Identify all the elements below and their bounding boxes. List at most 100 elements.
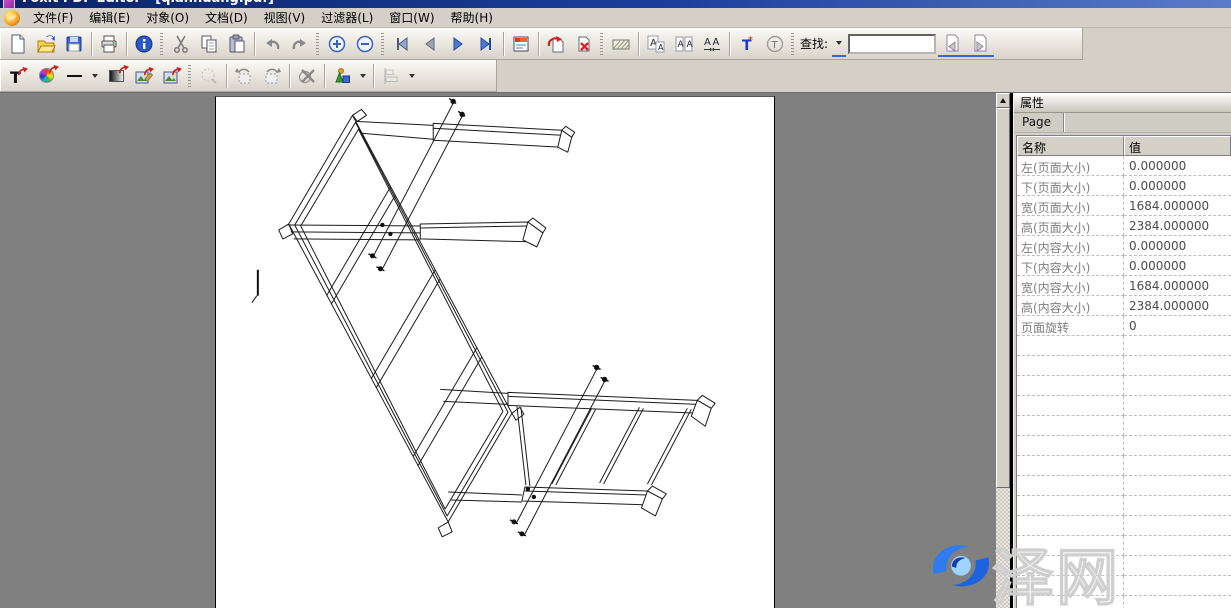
table-row[interactable]: 宽(页面大小)1684.000000: [1017, 196, 1231, 216]
isometric-frame-drawing: [216, 97, 774, 608]
open-button[interactable]: [32, 31, 60, 57]
line-style-dropdown[interactable]: [88, 63, 102, 89]
table-row[interactable]: 宽(内容大小)1684.000000: [1017, 276, 1231, 296]
find-next-page-button[interactable]: [966, 31, 994, 57]
align-dropdown[interactable]: [405, 63, 419, 89]
app-icon: [4, 10, 20, 26]
table-row-empty: [1017, 436, 1231, 456]
menu-window[interactable]: 窗口(W): [381, 7, 442, 28]
print-button[interactable]: [95, 31, 123, 57]
find-options-dropdown[interactable]: [832, 31, 846, 57]
table-row[interactable]: 左(内容大小)0.000000: [1017, 236, 1231, 256]
table-row-empty: [1017, 576, 1231, 596]
undo-button[interactable]: [258, 31, 286, 57]
table-row-empty: [1017, 416, 1231, 436]
table-row-empty: [1017, 456, 1231, 476]
add-color-button[interactable]: [32, 63, 60, 89]
clone-object-button[interactable]: [195, 63, 223, 89]
menu-object[interactable]: 对象(O): [138, 7, 197, 28]
next-page-button[interactable]: [444, 31, 472, 57]
replace-font-button[interactable]: [642, 31, 670, 57]
edit-area-button[interactable]: [607, 31, 635, 57]
column-header-value[interactable]: 值: [1124, 136, 1231, 156]
table-row-empty: [1017, 536, 1231, 556]
toolbar-grip: [600, 33, 603, 55]
column-header-name[interactable]: 名称: [1017, 136, 1124, 156]
last-page-button[interactable]: [472, 31, 500, 57]
find-previous-page-button[interactable]: [938, 31, 966, 57]
table-row[interactable]: 下(内容大小)0.000000: [1017, 256, 1231, 276]
add-image-button[interactable]: [158, 63, 186, 89]
menu-edit[interactable]: 编辑(E): [81, 7, 138, 28]
add-shape-button[interactable]: [328, 63, 356, 89]
add-line-button[interactable]: [60, 63, 88, 89]
paste-button[interactable]: [223, 31, 251, 57]
table-row[interactable]: 左(页面大小)0.000000: [1017, 156, 1231, 176]
table-row-empty: [1017, 496, 1231, 516]
titlebar: Foxit PDF Editor - [qianhuang.pdf]: [0, 0, 1231, 8]
toolbar-separator: [324, 64, 325, 88]
table-row-empty: [1017, 556, 1231, 576]
main-area: 属性 Page 名称 值 左(页面大小)0.000000 下(页面大小)0.00…: [0, 92, 1231, 608]
new-document-button[interactable]: [4, 31, 32, 57]
toolbar-separator: [503, 32, 504, 56]
pdf-page[interactable]: [215, 96, 775, 608]
first-page-button[interactable]: [388, 31, 416, 57]
toolbar-grip: [188, 65, 191, 87]
menu-file[interactable]: 文件(F): [25, 7, 81, 28]
add-shading-button[interactable]: [102, 63, 130, 89]
chevron-down-icon: [836, 41, 842, 45]
table-row[interactable]: 页面旋转0: [1017, 316, 1231, 336]
text-orientation-button[interactable]: [761, 31, 789, 57]
table-row-empty: [1017, 516, 1231, 536]
chevron-down-icon: [409, 74, 415, 78]
panel-tabs: Page: [1014, 113, 1231, 133]
toolbar-grip: [791, 33, 794, 55]
shape-dropdown[interactable]: [356, 63, 370, 89]
properties-panel: 属性 Page 名称 值 左(页面大小)0.000000 下(页面大小)0.00…: [1013, 93, 1231, 608]
align-objects-button[interactable]: [377, 63, 405, 89]
table-row-empty: [1017, 476, 1231, 496]
menu-filter[interactable]: 过滤器(L): [313, 7, 381, 28]
toolbar-separator: [538, 32, 539, 56]
find-input[interactable]: [848, 34, 936, 54]
rotate-object-left-button[interactable]: [230, 63, 258, 89]
zoom-out-button[interactable]: [351, 31, 379, 57]
table-row-empty: [1017, 396, 1231, 416]
toolbar-grip: [381, 33, 384, 55]
insert-page-button[interactable]: [542, 31, 570, 57]
chevron-down-icon: [92, 74, 98, 78]
insert-text-button[interactable]: [733, 31, 761, 57]
document-info-button[interactable]: [130, 31, 158, 57]
table-row-empty: [1017, 356, 1231, 376]
edit-image-button[interactable]: [130, 63, 158, 89]
toolbar-grip: [160, 33, 163, 55]
save-button[interactable]: [60, 31, 88, 57]
cut-button[interactable]: [167, 31, 195, 57]
copy-button[interactable]: [195, 31, 223, 57]
menu-help[interactable]: 帮助(H): [443, 7, 501, 28]
table-row[interactable]: 高(内容大小)2384.000000: [1017, 296, 1231, 316]
scrollbar-thumb[interactable]: [996, 108, 1010, 488]
vertical-scrollbar[interactable]: [996, 93, 1010, 608]
tab-page[interactable]: Page: [1014, 113, 1064, 132]
scroll-up-button[interactable]: [996, 93, 1010, 108]
document-canvas[interactable]: [0, 93, 996, 608]
menu-view[interactable]: 视图(V): [256, 7, 314, 28]
table-row[interactable]: 下(页面大小)0.000000: [1017, 176, 1231, 196]
delete-object-button[interactable]: [293, 63, 321, 89]
char-spacing-button[interactable]: [698, 31, 726, 57]
menu-document[interactable]: 文档(D): [197, 7, 256, 28]
zoom-in-button[interactable]: [323, 31, 351, 57]
toolbar-grip: [316, 33, 319, 55]
table-row[interactable]: 高(页面大小)2384.000000: [1017, 216, 1231, 236]
page-setup-button[interactable]: [507, 31, 535, 57]
delete-page-button[interactable]: [570, 31, 598, 57]
previous-page-button[interactable]: [416, 31, 444, 57]
add-text-button[interactable]: [4, 63, 32, 89]
rotate-object-right-button[interactable]: [258, 63, 286, 89]
font-size-button[interactable]: [670, 31, 698, 57]
redo-button[interactable]: [286, 31, 314, 57]
table-row-empty: [1017, 336, 1231, 356]
toolbar-objects: [0, 60, 1231, 92]
